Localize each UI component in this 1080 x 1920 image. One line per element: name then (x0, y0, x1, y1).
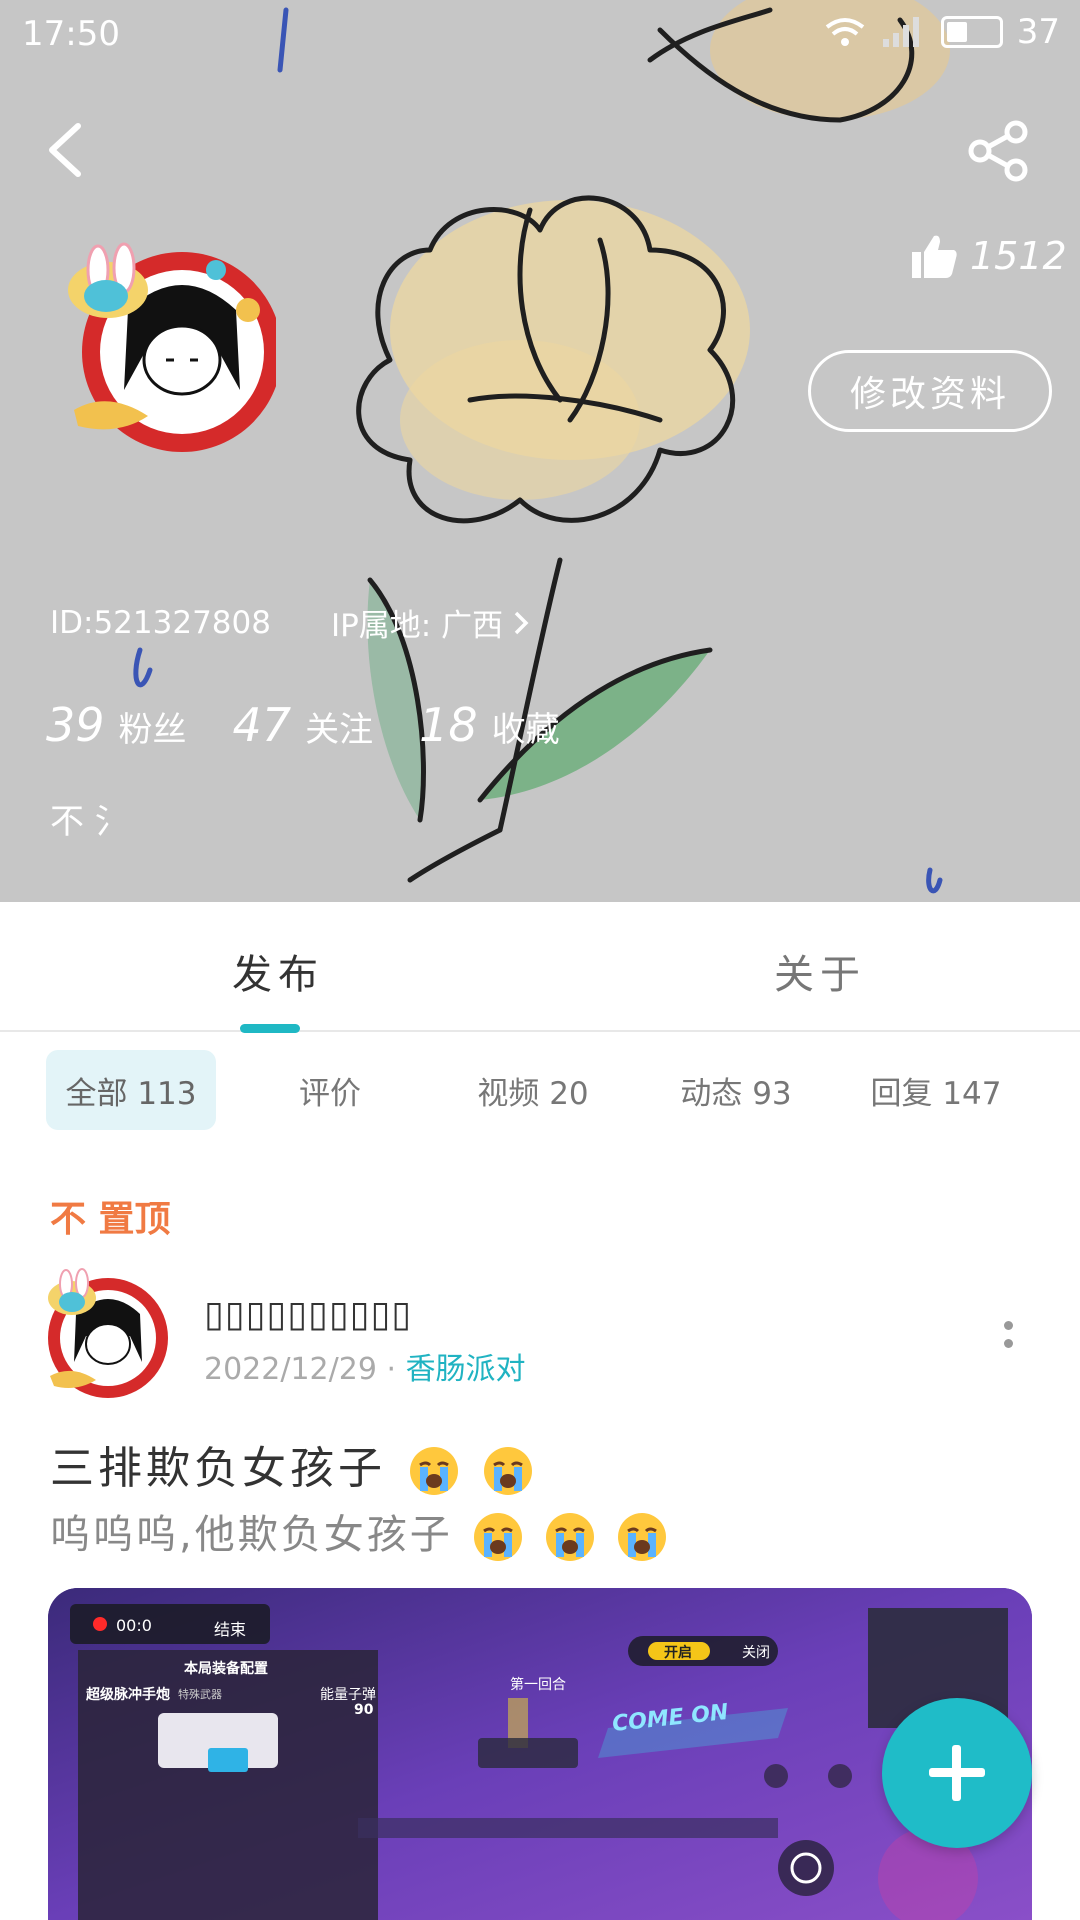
ip-location[interactable]: IP属地: 广西 (331, 600, 529, 645)
end-recording-label: 结束 (214, 1620, 247, 1639)
crying-emoji-icon (546, 1513, 595, 1561)
crying-emoji-icon (484, 1447, 532, 1495)
tab-about[interactable]: 关于 (774, 942, 866, 1000)
filter-moments[interactable]: 动态 93 (656, 1050, 816, 1130)
user-id: ID:521327808 (50, 604, 271, 641)
bio-text: 不 氵 (50, 802, 129, 842)
crying-emoji-icon (410, 1447, 458, 1495)
tab-indicator (240, 1024, 300, 1033)
post-game-tag[interactable]: 香肠派对 (406, 1352, 526, 1387)
status-bar: 17:50 37 (0, 0, 1080, 70)
filter-videos[interactable]: 视频 20 (450, 1050, 616, 1130)
crying-emoji-icon (474, 1513, 523, 1561)
filter-all[interactable]: 全部 113 (46, 1050, 216, 1130)
meta-separator: · (386, 1352, 397, 1387)
filter-replies[interactable]: 回复 147 (856, 1050, 1016, 1130)
weapon-type: 特殊武器 (178, 1688, 222, 1701)
battery-icon (940, 16, 1003, 48)
post-author-avatar[interactable] (36, 1266, 174, 1398)
loadout-title: 本局装备配置 (184, 1661, 268, 1677)
pinned-label: 不 置顶 (50, 1199, 171, 1240)
like-count-value: 1512 (970, 234, 1067, 278)
profile-tabs: 发布 关于 (0, 902, 1080, 1032)
voice-off-label: 关闭 (742, 1645, 770, 1661)
avatar[interactable] (48, 240, 276, 454)
ammo-count: 90 (354, 1702, 374, 1718)
add-post-button[interactable] (882, 1698, 1032, 1848)
edit-profile-button[interactable]: 修改资料 (808, 350, 1052, 432)
thumbs-up-icon (912, 235, 957, 278)
weapon-name: 超级脉冲手炮 (86, 1687, 170, 1703)
post-body: 呜呜呜,他欺负女孩子 (50, 1502, 668, 1563)
status-time: 17:50 (22, 14, 120, 54)
share-icon[interactable] (966, 118, 1032, 184)
filter-chips: 全部 113 评价 视频 20 动态 93 回复 147 (0, 1050, 1080, 1130)
ammo-type: 能量子弹 (320, 1687, 376, 1703)
stats-row: 39 粉丝 47 关注 18 收藏 (46, 698, 560, 752)
crying-emoji-icon (617, 1513, 666, 1561)
wifi-icon (825, 18, 864, 46)
post-title-text: 三排欺负女孩子 (50, 1443, 386, 1494)
more-options-icon[interactable] (996, 1318, 1020, 1358)
filter-reviews[interactable]: 评价 (250, 1050, 410, 1130)
tab-publish[interactable]: 发布 (232, 942, 324, 1000)
signal-icon (882, 17, 919, 47)
id-row: ID:521327808 IP属地: 广西 (50, 600, 529, 645)
like-count[interactable]: 1512 (910, 232, 1067, 280)
stat-following[interactable]: 47 关注 (233, 698, 374, 752)
post-date: 2022/12/29 (204, 1352, 377, 1387)
stat-fans[interactable]: 39 粉丝 (46, 698, 187, 752)
back-icon[interactable] (40, 120, 90, 180)
voice-on-label: 开启 (664, 1645, 692, 1661)
chevron-right-icon (514, 611, 529, 634)
post-body-text: 呜呜呜,他欺负女孩子 (50, 1512, 453, 1558)
profile-cover: 17:50 37 1512 修改资料 ID:521327808 IP属地: 广西… (0, 0, 1080, 902)
stat-favorites[interactable]: 18 收藏 (419, 698, 560, 752)
round-label: 第一回合 (510, 1677, 566, 1693)
battery-level: 37 (1016, 12, 1060, 52)
post-author-name[interactable]: ▯▯▯▯▯▯▯▯▯▯ (204, 1294, 412, 1335)
ip-location-label: IP属地: 广西 (330, 608, 504, 644)
post-title: 三排欺负女孩子 (50, 1432, 534, 1497)
post-meta: 2022/12/29 · 香肠派对 (204, 1344, 526, 1388)
recording-time: 00:0 (116, 1616, 152, 1635)
